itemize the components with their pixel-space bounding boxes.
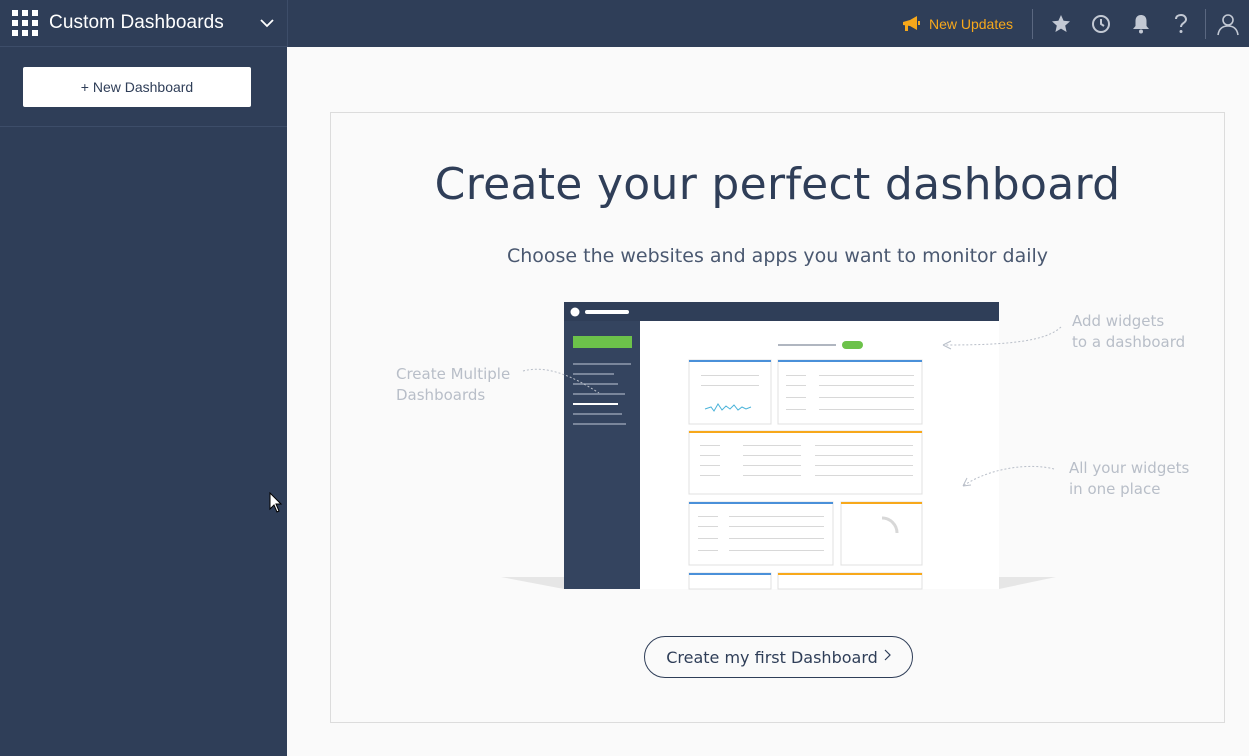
create-first-dashboard-label: Create my first Dashboard: [666, 647, 878, 667]
annotation-multiple-line1: Create Multiple: [396, 365, 511, 383]
sidebar-actions: + New Dashboard: [0, 47, 287, 127]
topbar: New Updates: [287, 0, 1249, 47]
annotation-all-widgets-line1: All your widgets: [1069, 459, 1190, 477]
page-subtitle: Choose the websites and apps you want to…: [506, 245, 1049, 267]
annotation-add-widgets-line1: Add widgets: [1072, 312, 1165, 330]
page-title: Create your perfect dashboard: [434, 159, 1121, 210]
annotation-add-widgets: Add widgets to a dashboard: [1072, 311, 1185, 353]
help-icon[interactable]: [1161, 0, 1201, 47]
user-icon[interactable]: [1205, 8, 1249, 39]
topbar-divider: [1032, 8, 1033, 39]
create-first-dashboard-button[interactable]: Create my first Dashboard: [644, 636, 913, 678]
app-title: Custom Dashboards: [49, 12, 224, 33]
sidebar-header: Custom Dashboards: [0, 0, 287, 47]
new-dashboard-button[interactable]: + New Dashboard: [23, 67, 251, 107]
star-icon[interactable]: [1041, 0, 1081, 47]
new-updates-link[interactable]: New Updates: [901, 15, 1032, 32]
chevron-right-icon: [884, 649, 891, 665]
bell-icon[interactable]: [1121, 0, 1161, 47]
megaphone-icon: [902, 15, 920, 31]
clock-icon[interactable]: [1081, 0, 1121, 47]
chevron-down-icon[interactable]: [247, 0, 287, 47]
annotation-multiple: Create Multiple Dashboards: [396, 364, 510, 406]
new-updates-label: New Updates: [928, 15, 1013, 32]
annotation-multiple-line2: Dashboards: [396, 386, 486, 404]
sidebar: Custom Dashboards + New Dashboard: [0, 0, 287, 756]
annotation-all-widgets-line2: in one place: [1069, 480, 1161, 498]
apps-grid-icon[interactable]: [12, 10, 38, 36]
annotation-add-widgets-line2: to a dashboard: [1072, 333, 1186, 351]
annotation-all-widgets: All your widgets in one place: [1069, 458, 1189, 500]
empty-state-card: Create your perfect dashboard Choose the…: [330, 112, 1225, 723]
mouse-cursor-icon: [269, 492, 283, 513]
